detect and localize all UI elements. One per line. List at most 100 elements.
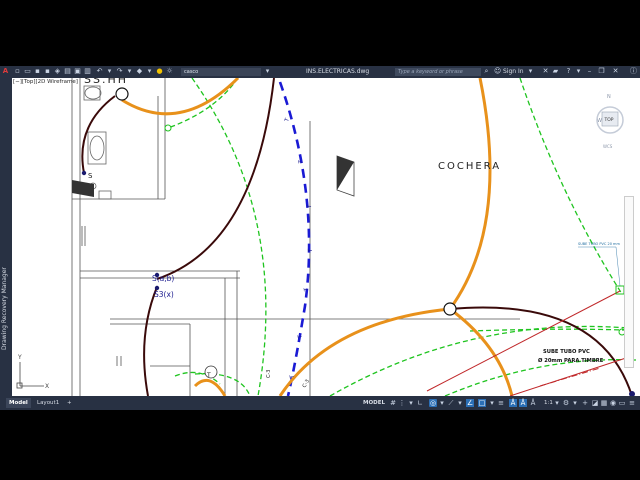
minimize-icon[interactable]: – [586,68,593,75]
info-icon[interactable]: ⓘ [630,68,637,75]
outlet-label-t: T [206,372,211,379]
workspace-switch-icon[interactable]: ⚙ [562,399,570,407]
customize-toolbar-icon[interactable]: ▾ [264,68,271,75]
room-label-cochera: COCHERA [438,161,501,172]
switch-label-sab: S(a,b) [152,274,174,283]
pipe-label: T [304,287,310,293]
plot-icon[interactable]: ▣ [74,68,81,75]
switch-label-s3: S3(x) [154,290,174,299]
ucs-x-label: X [45,383,49,390]
conduit-note-line2: Ø 20mm PARA TIMBRE [538,357,604,364]
lineweight-icon[interactable]: ≡ [497,399,505,407]
ceiling-light-cochera [443,302,457,316]
search-input[interactable]: Type a keyword or phrase [395,68,481,76]
annotation-scale-icon[interactable]: Å [529,399,537,407]
title-bar: A ▫ ▭ ▪ ▪ ◈ ▤ ▣ ▥ ↶ ▾ ↷ ▾ ◆ ▾ ● ☼ casco … [0,66,640,78]
help-icon[interactable]: ? [565,68,572,75]
restore-icon[interactable]: ❐ [598,68,605,75]
annotation-visibility-icon[interactable]: Å [509,399,517,407]
pipe-label: T [307,204,313,209]
save-as-icon[interactable]: ▪ [44,68,51,75]
object-snap-tracking-icon[interactable]: ∠ [466,399,474,407]
new-file-icon[interactable]: ▫ [14,68,21,75]
viewcube-wcs[interactable]: WCS [603,144,613,149]
close-icon[interactable]: ✕ [612,68,619,75]
door-swing-mark [72,180,94,197]
circuit-label-c3b: C-3 [302,379,311,389]
customization-menu-icon[interactable]: ≡ [628,399,636,407]
units-icon[interactable]: ◪ [591,399,599,407]
app-menu-icon[interactable]: A [2,68,9,75]
scale-dropdown-icon[interactable]: ▾ [553,399,561,407]
open-folder-icon[interactable]: ▭ [24,68,31,75]
model-space-button[interactable]: MODEL [360,398,388,408]
room-label-sshh: SS.HH [84,78,128,86]
auto-scale-icon[interactable]: Å [519,399,527,407]
search-icon[interactable]: ⌕ [483,68,490,75]
layer-lightbulb-icon[interactable]: ● [156,68,163,75]
drawing-canvas[interactable]: SS.HH COCHERA S S(a,b) S3(x) SUBE TUBO P… [12,78,640,396]
conduit-note-line1: SUBE TUBO PVC [543,349,590,355]
isodraft-dropdown-icon[interactable]: ▾ [456,399,464,407]
undo-icon[interactable]: ↶ [96,68,103,75]
app-store-icon[interactable]: ▰ [552,68,559,75]
viewcube[interactable]: N W TOP WCS [595,90,625,160]
tab-layout1[interactable]: Layout1 [34,398,62,408]
sign-in-dropdown-icon[interactable]: ▾ [527,68,534,75]
viewport-controls[interactable]: [−][Top][2D Wireframe] [13,79,78,85]
annotation-monitor-icon[interactable]: + [581,399,589,407]
grid-icon[interactable]: # [389,399,397,407]
exchange-apps-icon[interactable]: ✕ [542,68,549,75]
redo-icon[interactable]: ↷ [116,68,123,75]
drawing-recovery-label: Drawing Recovery Manager [1,267,8,350]
snap-dropdown-icon[interactable]: ▾ [407,399,415,407]
pipe-label: T [289,374,296,380]
ucs-y-label: Y [17,354,22,361]
workspace-dropdown-icon[interactable]: ▾ [571,399,579,407]
sign-in-link[interactable]: Sign In [503,68,524,76]
quick-properties-icon[interactable]: ▦ [600,399,608,407]
autocad-window: A ▫ ▭ ▪ ▪ ◈ ▤ ▣ ▥ ↶ ▾ ↷ ▾ ◆ ▾ ● ☼ casco … [0,66,640,410]
ceiling-light-ss [115,87,129,101]
polar-dropdown-icon[interactable]: ▾ [438,399,446,407]
help-dropdown-icon[interactable]: ▾ [575,68,582,75]
save-icon[interactable]: ▪ [34,68,41,75]
undo-dropdown-icon[interactable]: ▾ [106,68,113,75]
print-icon[interactable]: ▤ [64,68,71,75]
share-icon[interactable]: ◆ [136,68,143,75]
ucs-icon [16,362,44,389]
orange-circuit-arcs [121,78,514,396]
share-dropdown-icon[interactable]: ▾ [146,68,153,75]
file-title: INS.ELECTRICAS.dwg [306,68,370,75]
clean-screen-icon[interactable]: ▭ [618,399,626,407]
ortho-icon[interactable]: ∟ [416,399,424,407]
polar-tracking-icon[interactable]: ◎ [429,399,437,407]
circuit-label-c3: C-3 [266,370,272,378]
wall-lines [71,78,520,396]
sun-icon[interactable]: ☼ [166,68,173,75]
user-icon[interactable]: ☺ [494,68,501,75]
drawing-recovery-panel[interactable]: Drawing Recovery Manager [0,78,12,396]
blue-conduit-line [278,81,311,396]
snap-icon[interactable]: ⋮ [398,399,406,407]
isolate-objects-icon[interactable]: ◉ [609,399,617,407]
object-snap-icon[interactable]: □ [478,399,486,407]
column-fill [337,156,354,190]
tab-model[interactable]: Model [6,398,31,408]
viewcube-top-face[interactable]: TOP [604,117,614,123]
export-icon[interactable]: ▥ [84,68,91,75]
add-layout-tab[interactable]: + [64,398,75,408]
workspace-dropdown[interactable]: casco [181,68,261,76]
redo-dropdown-icon[interactable]: ▾ [126,68,133,75]
workspace-value: casco [184,69,199,75]
search-placeholder: Type a keyword or phrase [398,69,463,75]
status-bar: Model Layout1 + MODEL # ⋮ ▾ ∟ ◎ ▾ ⟋ ▾ ∠ … [0,396,640,410]
object-snap-dropdown-icon[interactable]: ▾ [488,399,496,407]
small-conduit-note: SUBE TUBO PVC 20 mm [578,242,620,246]
viewcube-north[interactable]: N [607,94,611,100]
switch-label-s: S [88,172,93,180]
navigation-bar[interactable] [624,196,634,368]
switch-dot-s [81,170,87,176]
isodraft-icon[interactable]: ⟋ [447,399,455,407]
web-mobile-icon[interactable]: ◈ [54,68,61,75]
